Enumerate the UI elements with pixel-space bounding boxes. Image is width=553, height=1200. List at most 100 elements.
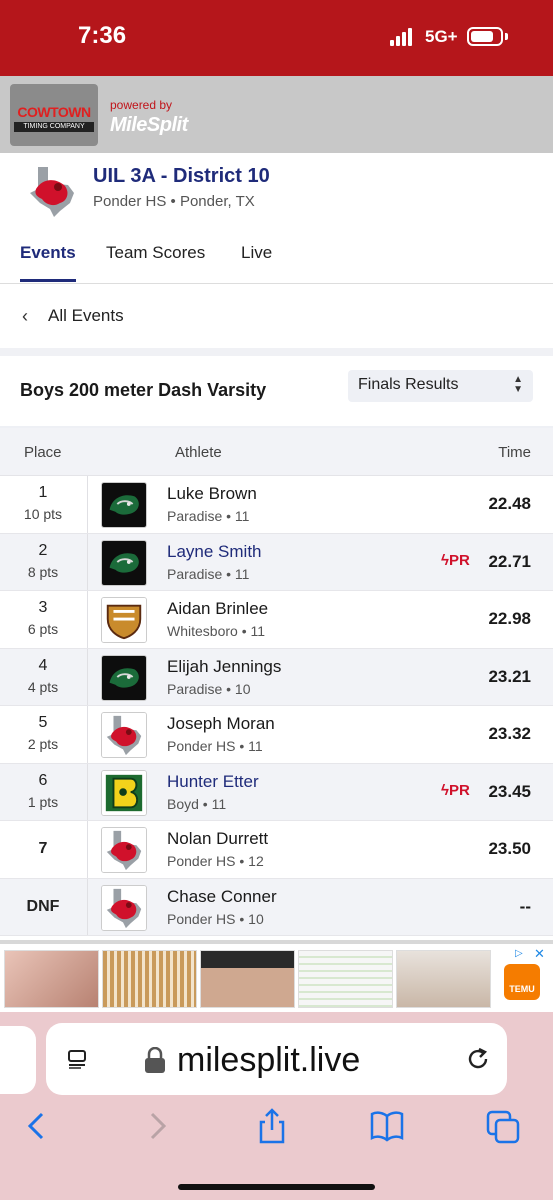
browser-chrome: milesplit.live xyxy=(0,1012,553,1200)
forward-icon[interactable] xyxy=(140,1108,174,1144)
meet-title[interactable]: UIL 3A - District 10 xyxy=(93,165,270,188)
col-place: Place xyxy=(24,444,62,461)
athlete-school-grade: Ponder HS • 10 xyxy=(167,910,264,927)
table-row[interactable]: 3 6 pts Aidan Brinlee Whitesboro • 11 22.98 xyxy=(0,591,553,649)
results-round-select[interactable]: Finals Results ▲ ▼ xyxy=(348,370,533,402)
lock-icon xyxy=(145,1047,165,1073)
table-row[interactable]: 6 1 pts Hunter Etter Boyd • 11 ϟPR 23.45 xyxy=(0,763,553,821)
chevron-left-icon: ‹ xyxy=(22,306,28,326)
ponder-lion-logo[interactable] xyxy=(101,827,147,873)
result-time: 22.48 xyxy=(488,494,531,513)
athlete-school-grade: Paradise • 10 xyxy=(167,680,251,697)
table-row[interactable]: 5 2 pts Joseph Moran Ponder HS • 11 23.32 xyxy=(0,706,553,764)
athlete-name[interactable]: Joseph Moran xyxy=(167,714,275,734)
table-row[interactable]: 1 10 pts Luke Brown Paradise • 11 22.48 xyxy=(0,476,553,534)
powered-by-label: powered by xyxy=(110,98,173,112)
athlete-name[interactable]: Hunter Etter xyxy=(167,772,259,792)
ad-image-3[interactable] xyxy=(200,950,295,1008)
athlete-name[interactable]: Elijah Jennings xyxy=(167,657,281,677)
athlete-school-grade: Paradise • 11 xyxy=(167,565,250,582)
ad-banner[interactable]: TEMU ▷ ✕ xyxy=(0,940,553,1010)
ad-image-2[interactable] xyxy=(102,950,197,1008)
ad-image-5[interactable] xyxy=(396,950,491,1008)
col-time: Time xyxy=(498,444,531,461)
whitesboro-logo[interactable] xyxy=(101,597,147,643)
bolt-icon: ϟ xyxy=(441,551,449,569)
place-value: 2 xyxy=(38,541,48,559)
event-title: Boys 200 meter Dash Varsity xyxy=(20,380,267,400)
cowtown-logo[interactable]: COWTOWN TIMING COMPANY xyxy=(10,84,98,146)
points-value: 1 pts xyxy=(27,793,59,810)
status-bar: 7:36 5G+ xyxy=(0,0,553,76)
signal-icon xyxy=(390,28,416,46)
result-time: 23.21 xyxy=(488,666,531,686)
meet-header: UIL 3A - District 10 Ponder HS • Ponder,… xyxy=(0,153,553,284)
temu-logo[interactable]: TEMU xyxy=(504,964,540,1000)
athlete-name[interactable]: Luke Brown xyxy=(167,484,257,504)
brand-header: COWTOWN TIMING COMPANY powered by MileSp… xyxy=(0,76,553,153)
place-value: 1 xyxy=(38,484,48,501)
place-value: 6 xyxy=(38,771,48,789)
reader-icon[interactable] xyxy=(66,1049,88,1069)
points-value: 4 pts xyxy=(27,678,59,695)
points-value: 8 pts xyxy=(27,563,59,580)
pr-badge: ϟPR xyxy=(441,551,470,569)
reload-icon[interactable] xyxy=(464,1045,492,1073)
place-value: DNF xyxy=(26,897,60,915)
place-value: 5 xyxy=(38,714,48,731)
home-indicator xyxy=(178,1184,375,1190)
meet-location: Ponder HS • Ponder, TX xyxy=(93,193,255,210)
athlete-school-grade: Ponder HS • 11 xyxy=(167,738,263,754)
athlete-name[interactable]: Layne Smith xyxy=(167,542,262,562)
bookmarks-icon[interactable] xyxy=(370,1108,404,1144)
athlete-name[interactable]: Aidan Brinlee xyxy=(167,599,268,619)
result-time: 23.32 xyxy=(488,724,531,743)
panther-logo[interactable] xyxy=(101,654,147,701)
all-events-link[interactable]: ‹ All Events xyxy=(0,284,553,348)
address-bar[interactable]: milesplit.live xyxy=(46,1023,507,1095)
share-icon[interactable] xyxy=(255,1108,289,1144)
url-text[interactable]: milesplit.live xyxy=(177,1041,360,1080)
ponder-lion-logo[interactable] xyxy=(101,884,147,931)
ad-close-icon[interactable]: ✕ xyxy=(534,946,545,962)
col-athlete: Athlete xyxy=(175,444,222,461)
ad-image-4[interactable] xyxy=(298,950,393,1008)
all-events-label: All Events xyxy=(48,306,124,325)
bolt-icon: ϟ xyxy=(441,781,449,799)
clock: 7:36 xyxy=(78,22,127,49)
result-time: 23.45 xyxy=(488,781,531,801)
athlete-school-grade: Boyd • 11 xyxy=(167,795,227,812)
battery-icon xyxy=(467,27,503,46)
place-value: 3 xyxy=(38,599,48,616)
result-time: 22.71 xyxy=(488,551,531,571)
tab-team-scores[interactable]: Team Scores xyxy=(106,243,205,263)
active-tab-indicator xyxy=(20,279,76,282)
table-header: Place Athlete Time xyxy=(0,428,553,476)
tab-live[interactable]: Live xyxy=(241,243,272,263)
previous-tab-card[interactable] xyxy=(0,1026,36,1094)
boyd-yellowjacket-logo[interactable] xyxy=(101,769,147,816)
points-value: 10 pts xyxy=(23,506,63,522)
tab-events[interactable]: Events xyxy=(20,243,76,263)
panther-logo[interactable] xyxy=(101,539,147,586)
back-icon[interactable] xyxy=(20,1108,54,1144)
network-type: 5G+ xyxy=(425,27,458,46)
points-value: 6 pts xyxy=(27,621,59,637)
ponder-lion-logo[interactable] xyxy=(101,712,147,758)
ad-image-1[interactable] xyxy=(4,950,99,1008)
ponder-lion-logo xyxy=(30,167,74,217)
ad-info-icon[interactable]: ▷ xyxy=(515,948,523,959)
table-row[interactable]: 2 8 pts Layne Smith Paradise • 11 ϟPR 22.71 xyxy=(0,533,553,591)
athlete-name[interactable]: Nolan Durrett xyxy=(167,829,268,849)
athlete-name[interactable]: Chase Conner xyxy=(167,887,277,907)
result-time: -- xyxy=(519,896,531,916)
table-row[interactable]: DNF Chase Conner Ponder HS • 10 -- xyxy=(0,878,553,936)
tabs-icon[interactable] xyxy=(486,1108,520,1144)
table-row[interactable]: 4 4 pts Elijah Jennings Paradise • 10 23.21 xyxy=(0,648,553,706)
results-select-value: Finals Results xyxy=(358,376,459,393)
panther-logo[interactable] xyxy=(101,482,147,528)
table-row[interactable]: 7 Nolan Durrett Ponder HS • 12 23.50 xyxy=(0,821,553,879)
athlete-school-grade: Ponder HS • 12 xyxy=(167,853,264,869)
updown-chevron-icon: ▲ ▼ xyxy=(513,374,523,395)
milesplit-logo[interactable]: MileSplit xyxy=(110,114,188,137)
